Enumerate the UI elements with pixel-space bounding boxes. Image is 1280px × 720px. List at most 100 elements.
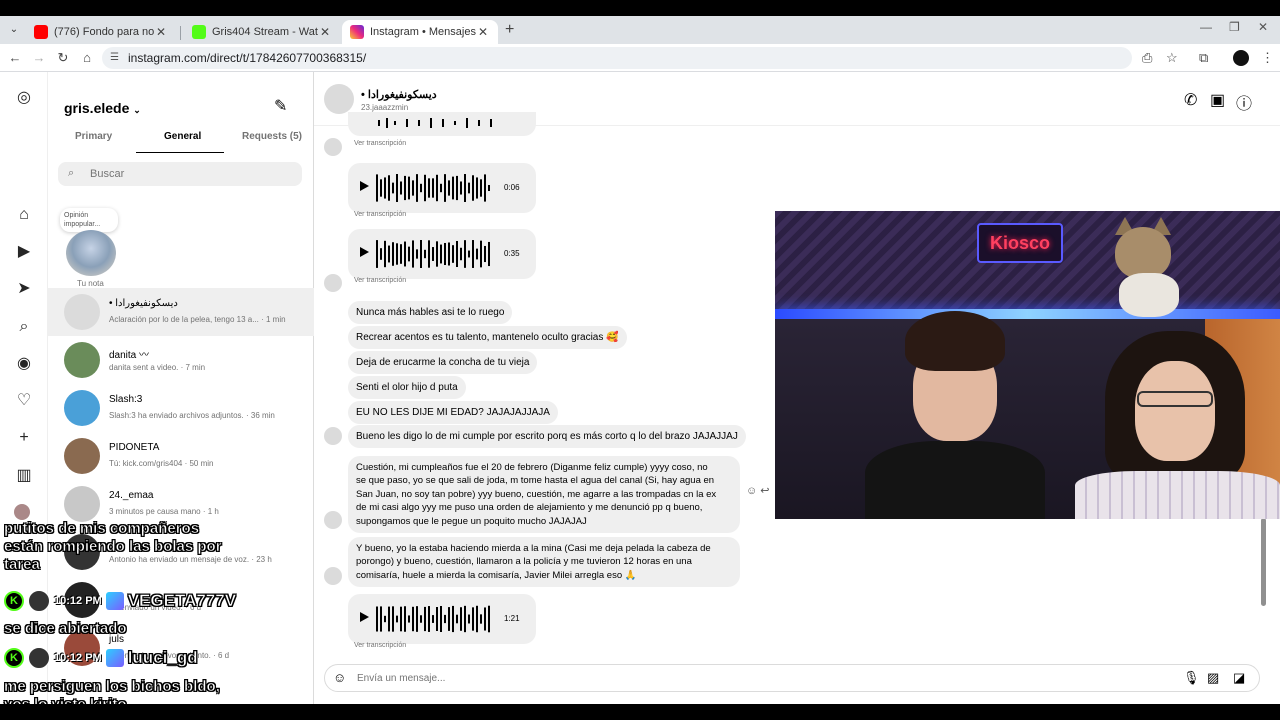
tab-general[interactable]: General xyxy=(164,131,201,142)
bookmark-star-icon[interactable]: ☆ xyxy=(1166,50,1178,66)
phone-call-icon[interactable]: ✆ xyxy=(1184,90,1197,110)
site-info-icon[interactable]: ☰ xyxy=(110,52,119,63)
reels-icon[interactable]: ▶ xyxy=(14,242,34,262)
conversation-item[interactable]: PIDONETA Tú: kick.com/gris404 · 50 min xyxy=(48,432,314,480)
video-call-icon[interactable]: ▣ xyxy=(1210,90,1225,110)
waveform-bar xyxy=(484,245,486,263)
profile-avatar[interactable] xyxy=(14,504,30,520)
new-message-icon[interactable]: ✎ xyxy=(274,96,287,116)
waveform-bar xyxy=(420,615,422,623)
tab-kick[interactable]: Gris404 Stream - Watch Live on ✕ xyxy=(184,20,340,44)
instagram-logo-icon[interactable]: ◎ xyxy=(14,88,34,108)
sticker-icon[interactable]: ◪ xyxy=(1233,670,1245,686)
microphone-icon[interactable]: 🎙 xyxy=(1183,670,1200,686)
create-plus-icon[interactable]: + xyxy=(14,428,34,448)
voice-message[interactable] xyxy=(348,112,536,136)
waveform-bar xyxy=(468,182,470,194)
thread-name[interactable]: • دیسکونفیغورادا xyxy=(361,88,437,101)
url-field[interactable]: ☰ instagram.com/direct/t/178426077003683… xyxy=(102,47,1132,69)
back-icon[interactable]: ← xyxy=(7,50,23,66)
streamer-right xyxy=(1065,331,1280,519)
waveform-bar xyxy=(408,246,410,262)
message-bubble[interactable]: Cuestión, mi cumpleaños fue el 20 de feb… xyxy=(348,456,740,534)
messages-icon[interactable]: ➤ xyxy=(14,279,34,299)
image-icon[interactable]: ▨ xyxy=(1207,670,1219,686)
conversation-item[interactable]: • دیسکونفیغورادا Aclaración por lo de la… xyxy=(48,288,314,336)
waveform-bar xyxy=(424,249,426,259)
new-tab-icon[interactable]: + xyxy=(505,21,514,39)
close-icon[interactable]: ✕ xyxy=(154,25,168,39)
avatar xyxy=(324,138,342,156)
close-window-icon[interactable]: ✕ xyxy=(1258,20,1268,34)
conversation-item[interactable]: Slash:3 Slash:3 ha enviado archivos adju… xyxy=(48,384,314,432)
waveform-bar xyxy=(416,606,418,632)
close-icon[interactable]: ✕ xyxy=(476,25,490,39)
tab-primary[interactable]: Primary xyxy=(75,131,112,142)
view-transcript-link[interactable]: Ver transcripción xyxy=(354,140,406,147)
kick-icon xyxy=(192,25,206,39)
voice-message[interactable]: 0:35 xyxy=(348,229,536,279)
voice-message[interactable]: 0:06 xyxy=(348,163,536,213)
voice-message[interactable]: 1:21 xyxy=(348,594,536,644)
conversation-preview: 3 minutos pe causa mano · 1 h xyxy=(109,507,219,516)
forward-icon[interactable]: → xyxy=(31,50,47,66)
home-icon[interactable]: ⌂ xyxy=(79,50,95,66)
waveform-bar xyxy=(488,184,490,192)
active-tab-indicator xyxy=(136,152,224,153)
tab-search-icon[interactable]: ⌄ xyxy=(6,22,22,38)
minimize-icon[interactable]: — xyxy=(1200,20,1212,34)
search-icon[interactable]: ⌕ xyxy=(14,317,34,337)
view-transcript-link[interactable]: Ver transcripción xyxy=(354,642,406,649)
message-bubble[interactable]: Senti el olor hijo d puta xyxy=(348,376,466,399)
tab-instagram[interactable]: Instagram • Mensajes ✕ xyxy=(342,20,498,44)
emoji-icon[interactable]: ☺ xyxy=(333,670,346,685)
waveform-bar xyxy=(388,175,390,201)
conversation-item[interactable]: danita 〰 danita sent a video. · 7 min xyxy=(48,336,314,384)
message-input[interactable] xyxy=(357,670,1137,686)
tab-youtube[interactable]: (776) Fondo para noticiero - Yo ✕ xyxy=(26,20,176,44)
message-bubble[interactable]: Recrear acentos es tu talento, mantenelo… xyxy=(348,326,627,349)
waveform-bar xyxy=(396,615,398,623)
explore-icon[interactable]: ◉ xyxy=(14,354,34,374)
install-icon[interactable]: ⎙ xyxy=(1142,50,1152,66)
extensions-icon[interactable]: ⧉ xyxy=(1199,50,1208,66)
message-bubble[interactable]: EU NO LES DIJE MI EDAD? JAJAJAJJAJA xyxy=(348,401,558,424)
waveform-bar xyxy=(396,174,398,202)
reply-icon[interactable]: ↩ xyxy=(760,485,769,497)
waveform xyxy=(376,240,490,268)
view-transcript-link[interactable]: Ver transcripción xyxy=(354,277,406,284)
avatar[interactable] xyxy=(324,84,354,114)
message-bubble[interactable]: Nunca más hables asi te lo ruego xyxy=(348,301,513,324)
message-bubble[interactable]: Y bueno, yo la estaba haciendo mierda a … xyxy=(348,537,740,588)
message-bubble[interactable]: Deja de erucarme la concha de tu vieja xyxy=(348,351,538,374)
account-switcher[interactable]: gris.elede ⌄ xyxy=(64,100,141,116)
conversation-preview: Slash:3 ha enviado archivos adjuntos. · … xyxy=(109,411,275,420)
stream-chat-row: K 10:12 PM VEGETA777V xyxy=(4,590,236,612)
search-input[interactable] xyxy=(90,165,290,183)
menu-kebab-icon[interactable]: ⋮ xyxy=(1261,50,1274,66)
note-avatar[interactable] xyxy=(66,230,116,276)
play-icon[interactable] xyxy=(360,181,369,191)
close-icon[interactable]: ✕ xyxy=(318,25,332,39)
reload-icon[interactable]: ↻ xyxy=(55,50,71,66)
scrollbar-thumb[interactable] xyxy=(1261,518,1266,606)
tab-title: Gris404 Stream - Watch Live on xyxy=(212,26,318,38)
waveform-bar xyxy=(440,244,442,264)
note-bubble[interactable]: Opinión impopular... xyxy=(60,208,118,232)
info-icon[interactable]: ⓘ xyxy=(1236,90,1252,114)
view-transcript-link[interactable]: Ver transcripción xyxy=(354,211,406,218)
play-icon[interactable] xyxy=(360,612,369,622)
waveform-bar xyxy=(412,180,414,196)
notifications-heart-icon[interactable]: ♡ xyxy=(14,391,34,411)
message-bubble[interactable]: Bueno les digo lo de mi cumple por escri… xyxy=(348,425,746,448)
waveform-bar xyxy=(456,614,458,624)
home-icon[interactable]: ⌂ xyxy=(14,205,34,225)
maximize-icon[interactable]: ❐ xyxy=(1229,20,1240,34)
dashboard-icon[interactable]: ▥ xyxy=(14,466,34,486)
tab-requests[interactable]: Requests (5) xyxy=(242,131,302,142)
play-icon[interactable] xyxy=(360,247,369,257)
waveform-bar xyxy=(464,605,466,633)
stream-chat-row: K 10:12 PM luuci_gd xyxy=(4,647,198,669)
profile-avatar[interactable] xyxy=(1233,50,1249,66)
emoji-react-icon[interactable]: ☺ xyxy=(746,485,757,497)
